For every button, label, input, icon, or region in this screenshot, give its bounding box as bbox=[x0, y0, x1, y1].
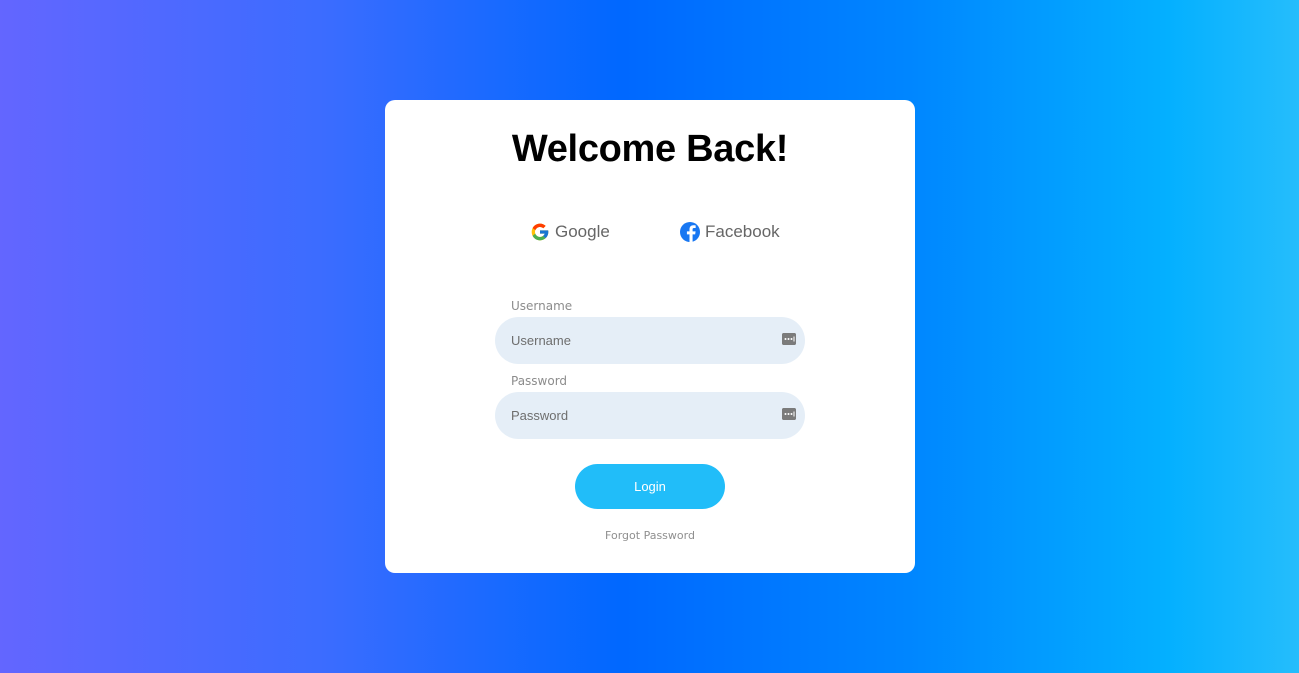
username-field bbox=[495, 317, 805, 364]
google-login-button[interactable]: Google bbox=[530, 222, 610, 242]
forgot-password-link[interactable]: Forgot Password bbox=[385, 529, 915, 542]
facebook-login-button[interactable]: Facebook bbox=[680, 222, 780, 242]
password-manager-icon[interactable] bbox=[782, 408, 796, 420]
login-button[interactable]: Login bbox=[575, 464, 725, 509]
password-input[interactable] bbox=[495, 392, 805, 439]
password-manager-icon[interactable] bbox=[782, 333, 796, 345]
password-field bbox=[495, 392, 805, 439]
username-input[interactable] bbox=[495, 317, 805, 364]
google-label: Google bbox=[555, 222, 610, 241]
facebook-icon bbox=[680, 222, 700, 242]
password-label: Password bbox=[511, 374, 568, 388]
page-title: Welcome Back! bbox=[511, 128, 789, 170]
google-icon bbox=[530, 222, 550, 242]
facebook-label: Facebook bbox=[705, 222, 780, 241]
login-card: Welcome Back! Google Facebook Username U… bbox=[385, 100, 915, 573]
username-label: Username bbox=[511, 299, 573, 313]
